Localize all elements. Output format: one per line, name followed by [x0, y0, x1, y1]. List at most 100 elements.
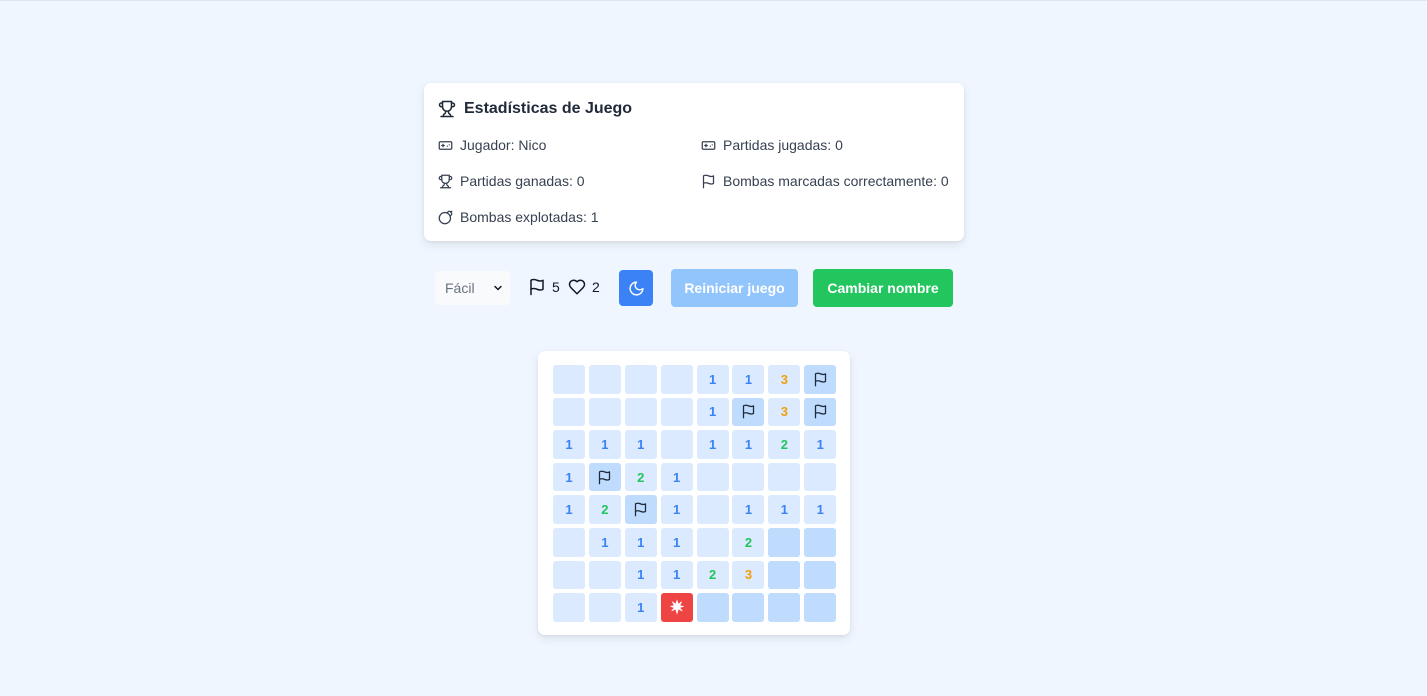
- board-cell[interactable]: [553, 527, 585, 557]
- cell-number: 1: [744, 371, 753, 387]
- board-cell[interactable]: [588, 365, 621, 394]
- board-cell[interactable]: 1: [624, 430, 657, 459]
- board-cell-flagged[interactable]: [588, 462, 621, 492]
- stat-played-text: Partidas jugadas: 0: [723, 137, 843, 153]
- cell-number: 1: [816, 502, 824, 518]
- board-cell[interactable]: [660, 365, 693, 394]
- board-cell[interactable]: 2: [732, 527, 765, 557]
- board-cell[interactable]: [553, 397, 585, 427]
- board-cell[interactable]: 1: [660, 560, 693, 590]
- cell-number: 1: [637, 436, 645, 452]
- explosion-icon: [669, 599, 684, 616]
- game-board: 1 1 3 1 3 1 1 1 1 1 2 1 1 2 1 1 2 1 1 1 1 1 1 1 2 1 1 2 3 1: [538, 351, 850, 635]
- board-cell[interactable]: 1: [696, 365, 729, 394]
- cell-number: 2: [780, 436, 788, 452]
- trophy-icon: [438, 174, 453, 188]
- board-cell[interactable]: [660, 430, 693, 459]
- cell-number: 1: [816, 436, 824, 452]
- board-cell-flagged[interactable]: [624, 495, 657, 524]
- trophy-icon: [438, 100, 456, 118]
- restart-game-button[interactable]: Reiniciar juego: [671, 269, 798, 307]
- board-cell[interactable]: 1: [696, 430, 729, 459]
- board-cell[interactable]: 2: [588, 495, 621, 524]
- board-cell-hidden[interactable]: [804, 560, 837, 590]
- board-cell[interactable]: [696, 462, 729, 492]
- board-cell[interactable]: 1: [660, 495, 693, 524]
- board-cell[interactable]: 1: [732, 495, 765, 524]
- cell-number: 1: [673, 534, 681, 550]
- board-cell[interactable]: 1: [553, 462, 585, 492]
- board-cell[interactable]: [553, 593, 585, 622]
- board-cell[interactable]: [553, 365, 585, 394]
- board-cell[interactable]: 1: [624, 593, 657, 622]
- board-cell-hidden[interactable]: [768, 560, 801, 590]
- flag-icon: [635, 502, 647, 517]
- board-cell-flagged[interactable]: [804, 365, 837, 394]
- board-cell[interactable]: 1: [768, 495, 801, 524]
- board-cell[interactable]: 1: [624, 527, 657, 557]
- theme-toggle-button[interactable]: [619, 270, 653, 306]
- board-cell[interactable]: [732, 462, 765, 492]
- board-cell[interactable]: 3: [732, 560, 765, 590]
- cell-number: 1: [637, 534, 645, 550]
- stat-flagged: Bombas marcadas correctamente: 0: [701, 173, 949, 189]
- lives-count: 2: [592, 279, 600, 295]
- stats-title: Estadísticas de Juego: [464, 100, 633, 117]
- board-cell[interactable]: [588, 593, 621, 622]
- board-cell[interactable]: 1: [624, 560, 657, 590]
- board-cell[interactable]: [588, 560, 621, 590]
- stat-won-text: Partidas ganadas: 0: [460, 173, 585, 189]
- board-cell[interactable]: 1: [588, 430, 621, 459]
- board-cell[interactable]: 1: [804, 430, 837, 459]
- board-cell-hidden[interactable]: [804, 593, 837, 622]
- board-cell[interactable]: [624, 365, 657, 394]
- stat-player: Jugador: Nico: [438, 137, 546, 153]
- board-cell[interactable]: [768, 462, 801, 492]
- board-cell[interactable]: [660, 397, 693, 427]
- board-cell[interactable]: 1: [804, 495, 837, 524]
- board-cell[interactable]: 1: [696, 397, 729, 427]
- board-cell-hidden[interactable]: [732, 593, 765, 622]
- change-name-button[interactable]: Cambiar nombre: [813, 269, 953, 307]
- cell-number: 1: [673, 469, 681, 485]
- board-cell-hidden[interactable]: [804, 527, 837, 557]
- cell-number: 1: [565, 436, 573, 452]
- cell-number: 1: [637, 599, 645, 615]
- board-cell[interactable]: 2: [696, 560, 729, 590]
- board-cell[interactable]: 1: [732, 365, 765, 394]
- cell-number: 3: [780, 371, 788, 387]
- gamepad-icon: [438, 140, 453, 150]
- board-cell[interactable]: [624, 397, 657, 427]
- board-cell-hidden[interactable]: [768, 527, 801, 557]
- board-cell[interactable]: [588, 397, 621, 427]
- board-cell[interactable]: 3: [768, 397, 801, 427]
- board-cell[interactable]: 1: [553, 430, 585, 459]
- cell-number: 1: [601, 534, 609, 550]
- board-cell-hidden[interactable]: [696, 593, 729, 622]
- board-cell[interactable]: 1: [732, 430, 765, 459]
- board-cell[interactable]: [804, 462, 837, 492]
- bomb-icon: [438, 210, 453, 224]
- board-cell[interactable]: 1: [660, 527, 693, 557]
- board-cell[interactable]: 2: [624, 462, 657, 492]
- board-cell[interactable]: 1: [588, 527, 621, 557]
- board-cell[interactable]: 1: [553, 495, 585, 524]
- flags-counter: 5: [528, 278, 560, 296]
- board-cell-flagged[interactable]: [804, 397, 837, 427]
- board-cell-hidden[interactable]: [768, 593, 801, 622]
- board-cell[interactable]: 3: [768, 365, 801, 394]
- chevron-down-icon: [494, 285, 502, 291]
- cell-number: 1: [673, 567, 681, 583]
- difficulty-select[interactable]: Fácil: [435, 271, 510, 305]
- board-cell-flagged[interactable]: [732, 397, 765, 427]
- board-cell[interactable]: [696, 495, 729, 524]
- flag-icon: [814, 405, 826, 419]
- board-cell[interactable]: 1: [660, 462, 693, 492]
- board-cell[interactable]: [696, 527, 729, 557]
- gamepad-icon: [701, 140, 716, 150]
- board-cell[interactable]: [553, 560, 585, 590]
- board-cell-exploded[interactable]: [660, 593, 693, 622]
- board-cell[interactable]: 2: [768, 430, 801, 459]
- cell-number: 2: [744, 534, 753, 550]
- stat-won: Partidas ganadas: 0: [438, 173, 585, 189]
